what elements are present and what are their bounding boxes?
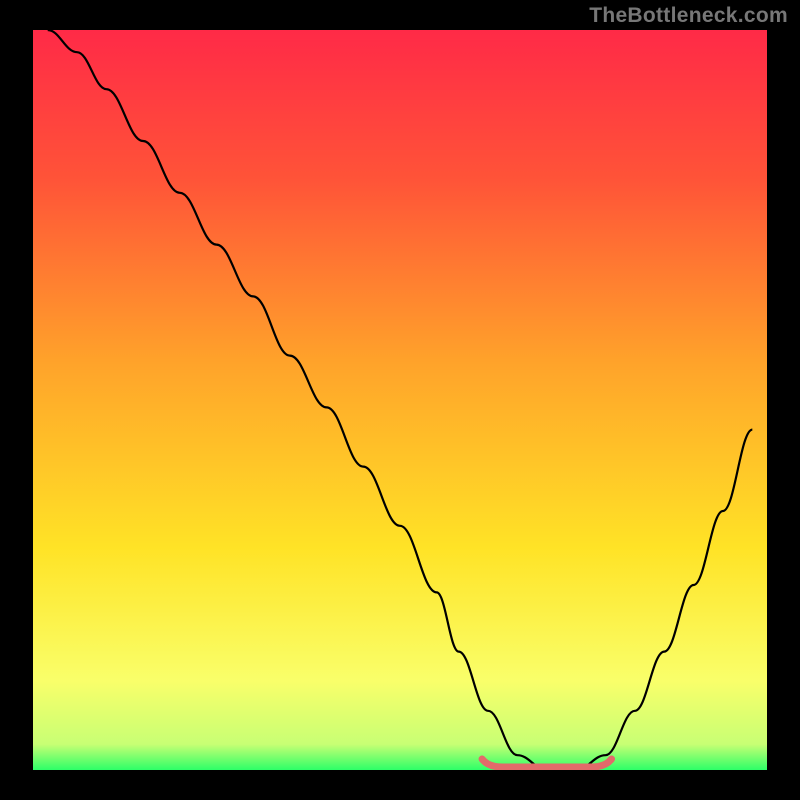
bottleneck-chart	[0, 0, 800, 800]
watermark-text: TheBottleneck.com	[589, 4, 788, 28]
chart-frame: TheBottleneck.com	[0, 0, 800, 800]
